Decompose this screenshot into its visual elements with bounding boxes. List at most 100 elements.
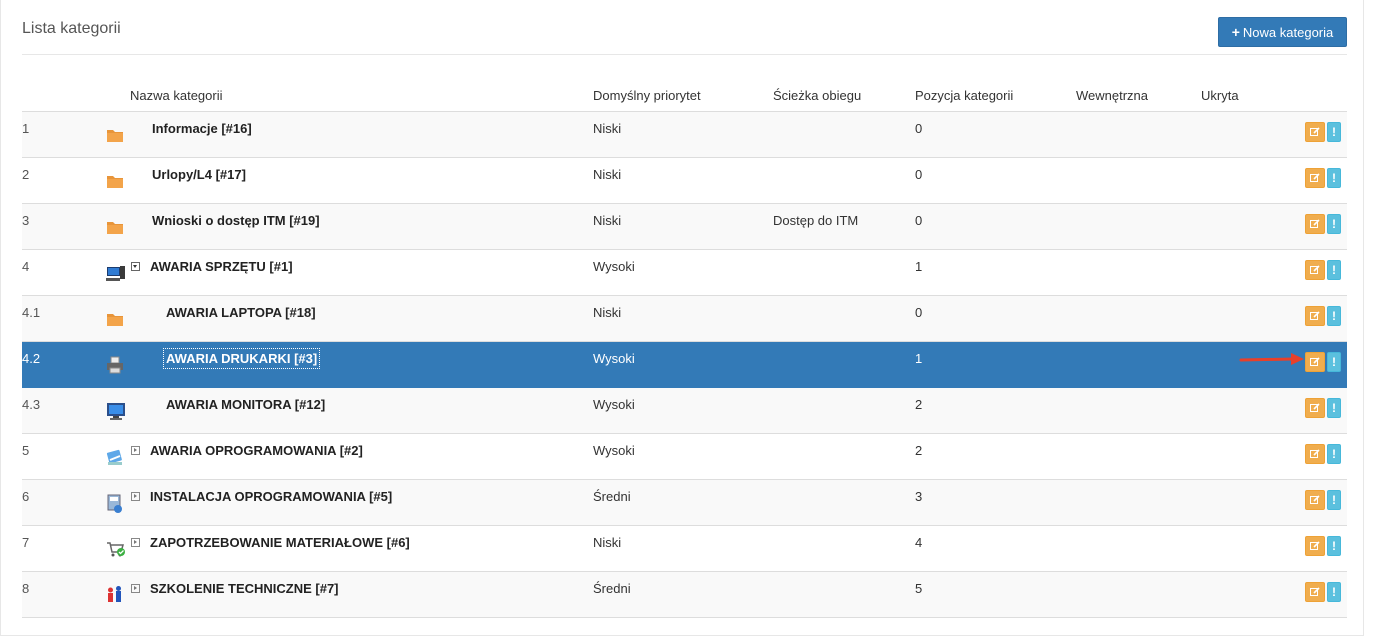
edit-icon [1310, 449, 1320, 458]
expand-toggle-icon[interactable] [131, 584, 140, 593]
table-row[interactable]: 4.2 AWARIA DRUKARKI [#3] Wysoki 1 ! [22, 341, 1347, 388]
details-button[interactable]: ! [1327, 122, 1341, 142]
folder-icon [105, 217, 125, 237]
row-icon-cell [72, 433, 130, 480]
details-button[interactable]: ! [1327, 306, 1341, 326]
edit-button[interactable] [1305, 260, 1325, 280]
header-hidden[interactable]: Ukryta [1201, 80, 1257, 112]
details-button[interactable]: ! [1327, 536, 1341, 556]
row-position: 0 [915, 295, 1076, 342]
row-priority: Średni [593, 571, 773, 618]
row-number: 4.3 [22, 387, 72, 434]
table-row[interactable]: 3 Wnioski o dostęp ITM [#19] Niski Dostę… [22, 203, 1347, 250]
edit-button[interactable] [1305, 398, 1325, 418]
edit-icon [1310, 495, 1320, 504]
category-name[interactable]: AWARIA OPROGRAMOWANIA [#2] [150, 443, 363, 458]
details-button[interactable]: ! [1327, 168, 1341, 188]
edit-button[interactable] [1305, 352, 1325, 372]
edit-icon [1310, 265, 1320, 274]
row-workflow [773, 111, 915, 158]
category-name[interactable]: AWARIA LAPTOPA [#18] [166, 305, 316, 320]
row-hidden [1201, 387, 1257, 434]
details-button[interactable]: ! [1327, 214, 1341, 234]
edit-button[interactable] [1305, 168, 1325, 188]
details-button[interactable]: ! [1327, 352, 1341, 372]
edit-button[interactable] [1305, 306, 1325, 326]
row-position: 5 [915, 571, 1076, 618]
table-row[interactable]: 5 AWARIA OPROGRAMOWANIA [#2] Wysoki 2 ! [22, 433, 1347, 480]
row-icon-cell [72, 157, 130, 204]
exclamation-icon: ! [1332, 585, 1336, 599]
table-row[interactable]: 8 SZKOLENIE TECHNICZNE [#7] Średni 5 ! [22, 571, 1347, 618]
expand-toggle-icon[interactable] [131, 538, 140, 547]
cart-icon [105, 539, 125, 559]
header-position[interactable]: Pozycja kategorii [915, 80, 1076, 112]
row-name-cell: Informacje [#16] [130, 111, 593, 158]
table-row[interactable]: 7 ZAPOTRZEBOWANIE MATERIAŁOWE [#6] Niski… [22, 525, 1347, 572]
edit-icon [1310, 357, 1320, 366]
category-name[interactable]: AWARIA MONITORA [#12] [166, 397, 325, 412]
table-row[interactable]: 4.3 AWARIA MONITORA [#12] Wysoki 2 ! [22, 387, 1347, 434]
header-icon [72, 80, 130, 112]
edit-button[interactable] [1305, 536, 1325, 556]
row-hidden [1201, 111, 1257, 158]
row-priority: Wysoki [593, 433, 773, 480]
details-button[interactable]: ! [1327, 260, 1341, 280]
edit-button[interactable] [1305, 490, 1325, 510]
row-priority: Niski [593, 157, 773, 204]
category-name[interactable]: INSTALACJA OPROGRAMOWANIA [#5] [150, 489, 392, 504]
row-position: 4 [915, 525, 1076, 572]
row-workflow [773, 571, 915, 618]
divider [22, 54, 1347, 55]
row-number: 2 [22, 157, 72, 204]
row-hidden [1201, 249, 1257, 296]
details-button[interactable]: ! [1327, 444, 1341, 464]
edit-button[interactable] [1305, 214, 1325, 234]
plus-icon: + [1231, 24, 1240, 40]
header-priority[interactable]: Domyślny priorytet [593, 80, 773, 112]
pointer-arrow-icon [1239, 353, 1304, 365]
edit-icon [1310, 173, 1320, 182]
category-name[interactable]: ZAPOTRZEBOWANIE MATERIAŁOWE [#6] [150, 535, 410, 550]
row-position: 2 [915, 433, 1076, 480]
category-name[interactable]: AWARIA DRUKARKI [#3] [162, 348, 321, 369]
row-hidden [1201, 203, 1257, 250]
details-button[interactable]: ! [1327, 490, 1341, 510]
edit-button[interactable] [1305, 444, 1325, 464]
expand-toggle-icon[interactable] [131, 446, 140, 455]
header-internal[interactable]: Wewnętrzna [1076, 80, 1201, 112]
computer-icon [105, 263, 125, 283]
edit-icon [1310, 403, 1320, 412]
exclamation-icon: ! [1332, 263, 1336, 277]
edit-button[interactable] [1305, 582, 1325, 602]
table-row[interactable]: 1 Informacje [#16] Niski 0 ! [22, 111, 1347, 158]
row-position: 0 [915, 157, 1076, 204]
row-name-cell: INSTALACJA OPROGRAMOWANIA [#5] [130, 479, 593, 526]
table-row[interactable]: 4.1 AWARIA LAPTOPA [#18] Niski 0 ! [22, 295, 1347, 342]
install-icon [105, 493, 125, 513]
row-icon-cell [72, 571, 130, 618]
collapse-toggle-icon[interactable] [131, 262, 140, 271]
exclamation-icon: ! [1332, 447, 1336, 461]
category-name[interactable]: Informacje [#16] [152, 121, 252, 136]
details-button[interactable]: ! [1327, 398, 1341, 418]
row-internal [1076, 525, 1201, 572]
details-button[interactable]: ! [1327, 582, 1341, 602]
table-row[interactable]: 6 INSTALACJA OPROGRAMOWANIA [#5] Średni … [22, 479, 1347, 526]
row-internal [1076, 387, 1201, 434]
table-row[interactable]: 4 AWARIA SPRZĘTU [#1] Wysoki 1 ! [22, 249, 1347, 296]
header-workflow[interactable]: Ścieżka obiegu [773, 80, 915, 112]
category-table: Nazwa kategorii Domyślny priorytet Ścież… [22, 80, 1347, 618]
exclamation-icon: ! [1332, 539, 1336, 553]
category-name[interactable]: AWARIA SPRZĘTU [#1] [150, 259, 293, 274]
table-row[interactable]: 2 Urlopy/L4 [#17] Niski 0 ! [22, 157, 1347, 204]
edit-button[interactable] [1305, 122, 1325, 142]
header-name[interactable]: Nazwa kategorii [130, 80, 593, 112]
expand-toggle-icon[interactable] [131, 492, 140, 501]
category-name[interactable]: SZKOLENIE TECHNICZNE [#7] [150, 581, 339, 596]
row-actions: ! [1257, 111, 1347, 158]
edit-icon [1310, 219, 1320, 228]
category-name[interactable]: Wnioski o dostęp ITM [#19] [152, 213, 320, 228]
category-name[interactable]: Urlopy/L4 [#17] [152, 167, 246, 182]
new-category-button[interactable]: + Nowa kategoria [1218, 17, 1347, 47]
